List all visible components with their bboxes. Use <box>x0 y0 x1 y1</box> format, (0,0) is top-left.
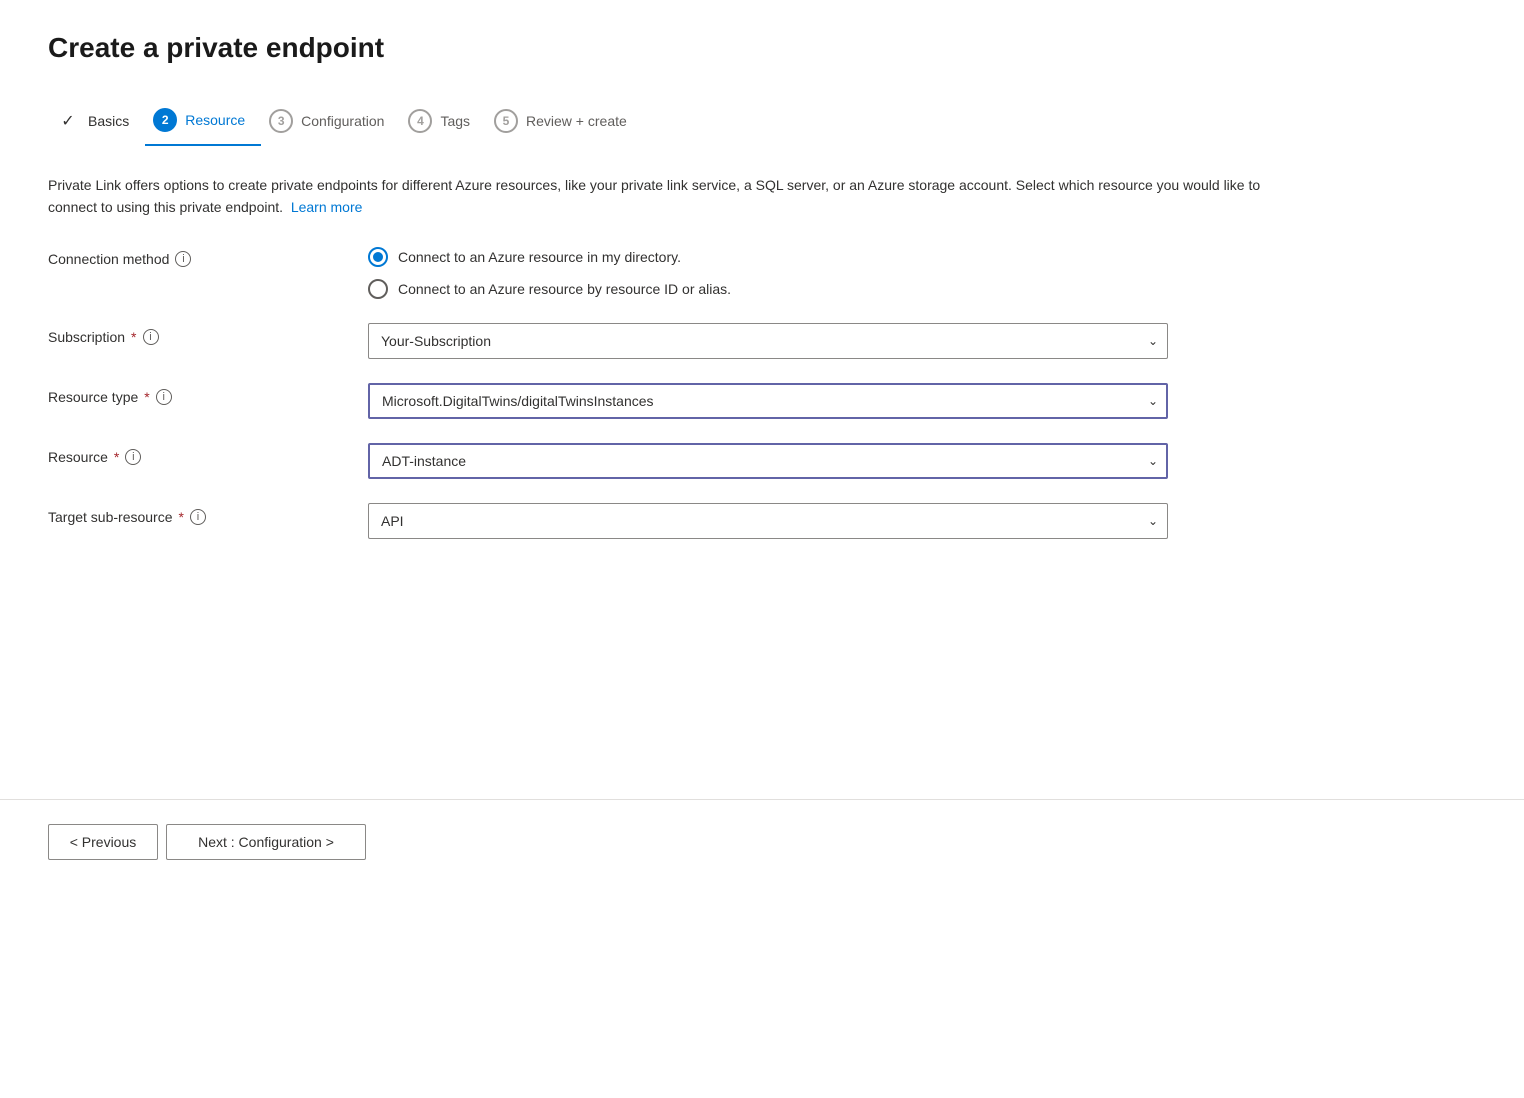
connection-method-row: Connection method i Connect to an Azure … <box>48 247 1476 299</box>
radio-option-directory[interactable]: Connect to an Azure resource in my direc… <box>368 247 1168 267</box>
radio-resourceid-label: Connect to an Azure resource by resource… <box>398 281 731 297</box>
page-title: Create a private endpoint <box>48 32 1476 64</box>
tab-review-number: 5 <box>494 109 518 133</box>
radio-resourceid-outer <box>368 279 388 299</box>
resource-type-control: Microsoft.DigitalTwins/digitalTwinsInsta… <box>368 383 1168 419</box>
resource-type-label: Resource type * i <box>48 383 368 405</box>
subscription-label: Subscription * i <box>48 323 368 345</box>
tab-configuration-label: Configuration <box>301 113 384 129</box>
tab-tags-number: 4 <box>408 109 432 133</box>
subscription-required: * <box>131 329 136 345</box>
description-text: Private Link offers options to create pr… <box>48 174 1308 219</box>
tab-resource[interactable]: 2 Resource <box>145 100 261 146</box>
resource-label: Resource * i <box>48 443 368 465</box>
footer-buttons: < Previous Next : Configuration > <box>0 800 1524 884</box>
subscription-row: Subscription * i Your-Subscription ⌄ <box>48 323 1476 359</box>
target-sub-resource-label: Target sub-resource * i <box>48 503 368 525</box>
tab-resource-label: Resource <box>185 112 245 128</box>
resource-type-select[interactable]: Microsoft.DigitalTwins/digitalTwinsInsta… <box>368 383 1168 419</box>
resource-select-wrapper: ADT-instance ⌄ <box>368 443 1168 479</box>
radio-directory-label: Connect to an Azure resource in my direc… <box>398 249 681 265</box>
resource-info-icon[interactable]: i <box>125 449 141 465</box>
radio-directory-outer <box>368 247 388 267</box>
subscription-select[interactable]: Your-Subscription <box>368 323 1168 359</box>
resource-select[interactable]: ADT-instance <box>368 443 1168 479</box>
subscription-info-icon[interactable]: i <box>143 329 159 345</box>
tab-configuration-number: 3 <box>269 109 293 133</box>
resource-type-info-icon[interactable]: i <box>156 389 172 405</box>
tab-configuration[interactable]: 3 Configuration <box>261 101 400 145</box>
wizard-tabs: ✓ Basics 2 Resource 3 Configuration 4 Ta… <box>48 100 1476 146</box>
target-sub-resource-required: * <box>179 509 184 525</box>
resource-row: Resource * i ADT-instance ⌄ <box>48 443 1476 479</box>
form-section: Connection method i Connect to an Azure … <box>48 247 1476 539</box>
tab-basics-label: Basics <box>88 113 129 129</box>
subscription-control: Your-Subscription ⌄ <box>368 323 1168 359</box>
target-sub-resource-select-wrapper: API ⌄ <box>368 503 1168 539</box>
subscription-select-wrapper: Your-Subscription ⌄ <box>368 323 1168 359</box>
tab-basics[interactable]: ✓ Basics <box>48 101 145 145</box>
resource-required: * <box>114 449 119 465</box>
resource-type-row: Resource type * i Microsoft.DigitalTwins… <box>48 383 1476 419</box>
resource-type-required: * <box>144 389 149 405</box>
tab-tags[interactable]: 4 Tags <box>400 101 486 145</box>
connection-method-label: Connection method i <box>48 247 368 267</box>
resource-type-select-wrapper: Microsoft.DigitalTwins/digitalTwinsInsta… <box>368 383 1168 419</box>
connection-method-info-icon[interactable]: i <box>175 251 191 267</box>
radio-directory-inner <box>373 252 383 262</box>
radio-option-resource-id[interactable]: Connect to an Azure resource by resource… <box>368 279 1168 299</box>
target-sub-resource-control: API ⌄ <box>368 503 1168 539</box>
tab-review-create[interactable]: 5 Review + create <box>486 101 643 145</box>
radio-group-connection: Connect to an Azure resource in my direc… <box>368 247 1168 299</box>
connection-method-options: Connect to an Azure resource in my direc… <box>368 247 1168 299</box>
check-icon: ✓ <box>56 109 80 133</box>
tab-tags-label: Tags <box>440 113 470 129</box>
target-sub-resource-info-icon[interactable]: i <box>190 509 206 525</box>
next-button[interactable]: Next : Configuration > <box>166 824 366 860</box>
target-sub-resource-row: Target sub-resource * i API ⌄ <box>48 503 1476 539</box>
learn-more-link[interactable]: Learn more <box>291 199 363 215</box>
target-sub-resource-select[interactable]: API <box>368 503 1168 539</box>
tab-resource-number: 2 <box>153 108 177 132</box>
resource-control: ADT-instance ⌄ <box>368 443 1168 479</box>
tab-review-create-label: Review + create <box>526 113 627 129</box>
previous-button[interactable]: < Previous <box>48 824 158 860</box>
